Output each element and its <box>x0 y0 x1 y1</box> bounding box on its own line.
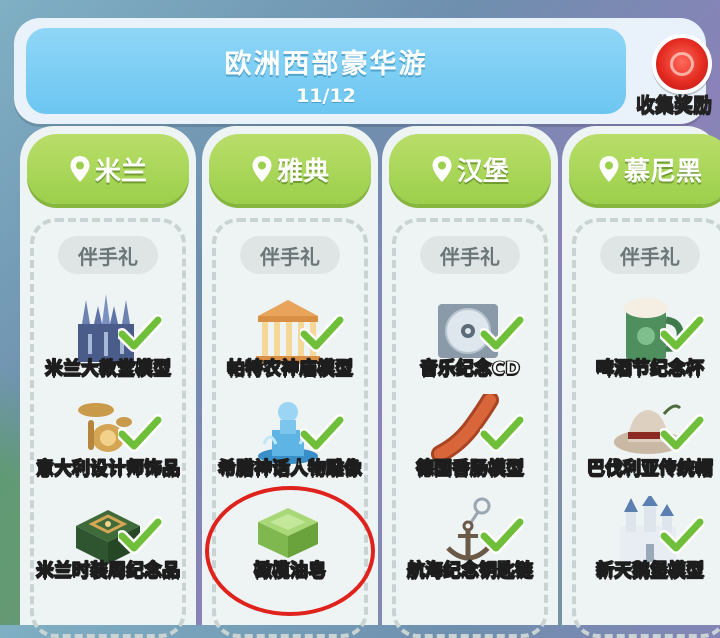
souvenir-item[interactable]: 米兰大教堂模型 <box>20 294 196 394</box>
city-name: 汉堡 <box>456 156 509 187</box>
check-icon <box>118 516 162 554</box>
gift-label: 伴手礼 <box>420 236 520 274</box>
item-label: 帕特农神庙模型 <box>227 358 354 380</box>
souvenir-item[interactable]: 意大利设计师饰品 <box>20 394 196 494</box>
gift-label: 伴手礼 <box>240 236 340 274</box>
location-pin-icon <box>70 156 90 182</box>
city-column-munich: 慕尼黑 伴手礼 啤酒节纪念杯 巴伐利亚传统帽 新天鹅堡模型 <box>562 126 720 638</box>
collect-reward-button[interactable]: 收集奖励 <box>635 34 720 124</box>
item-label: 巴伐利亚传统帽 <box>587 458 714 480</box>
city-column-milan: 米兰 伴手礼 米兰大教堂模型 意大利设计师饰品 米兰时装周纪念品 <box>20 126 196 638</box>
check-icon <box>660 516 704 554</box>
item-label: 新天鹅堡模型 <box>596 560 705 582</box>
item-label: 米兰大教堂模型 <box>45 358 172 380</box>
souvenir-item[interactable]: 新天鹅堡模型 <box>562 496 720 596</box>
item-label: 米兰时装周纪念品 <box>36 560 181 582</box>
item-label: 德国香肠模型 <box>416 458 525 480</box>
souvenir-item[interactable]: 航海纪念钥匙链 <box>382 496 558 596</box>
souvenir-item[interactable]: 希腊神话人物雕像 <box>202 394 378 494</box>
reward-badge-icon <box>652 34 712 94</box>
item-label: 航海纪念钥匙链 <box>407 560 534 582</box>
check-icon <box>300 414 344 452</box>
item-label: 意大利设计师饰品 <box>36 458 181 480</box>
check-icon <box>660 314 704 352</box>
city-header[interactable]: 米兰 <box>27 134 189 204</box>
item-label: 音乐纪念CD <box>419 358 521 380</box>
gift-label: 伴手礼 <box>600 236 700 274</box>
souvenir-item[interactable]: 巴伐利亚传统帽 <box>562 394 720 494</box>
city-column-hamburg: 汉堡 伴手礼 音乐纪念CD 德国香肠模型 航海纪念钥匙链 <box>382 126 558 638</box>
city-header[interactable]: 慕尼黑 <box>569 134 720 204</box>
highlight-circle <box>205 486 375 616</box>
item-label: 希腊神话人物雕像 <box>218 458 363 480</box>
gift-label: 伴手礼 <box>58 236 158 274</box>
souvenir-item[interactable]: 啤酒节纪念杯 <box>562 294 720 394</box>
reward-label: 收集奖励 <box>635 94 713 117</box>
check-icon <box>480 314 524 352</box>
souvenir-item[interactable]: 音乐纪念CD <box>382 294 558 394</box>
location-pin-icon <box>432 156 452 182</box>
item-label: 啤酒节纪念杯 <box>596 358 705 380</box>
check-icon <box>118 414 162 452</box>
souvenir-item[interactable]: 米兰时装周纪念品 <box>20 496 196 596</box>
city-header[interactable]: 汉堡 <box>389 134 551 204</box>
city-name: 慕尼黑 <box>623 156 702 187</box>
check-icon <box>118 314 162 352</box>
check-icon <box>660 414 704 452</box>
check-icon <box>480 516 524 554</box>
location-pin-icon <box>599 156 619 182</box>
souvenir-item[interactable]: 帕特农神庙模型 <box>202 294 378 394</box>
city-name: 米兰 <box>94 156 147 187</box>
location-pin-icon <box>252 156 272 182</box>
souvenir-item[interactable]: 德国香肠模型 <box>382 394 558 494</box>
check-icon <box>480 414 524 452</box>
check-icon <box>300 314 344 352</box>
page-title: 欧洲西部豪华游 <box>224 49 428 80</box>
city-name: 雅典 <box>276 156 329 187</box>
collection-progress: 11/12 <box>296 85 356 107</box>
title-banner: 欧洲西部豪华游 11/12 <box>26 28 626 114</box>
header-panel: 欧洲西部豪华游 11/12 <box>14 18 706 124</box>
city-header[interactable]: 雅典 <box>209 134 371 204</box>
